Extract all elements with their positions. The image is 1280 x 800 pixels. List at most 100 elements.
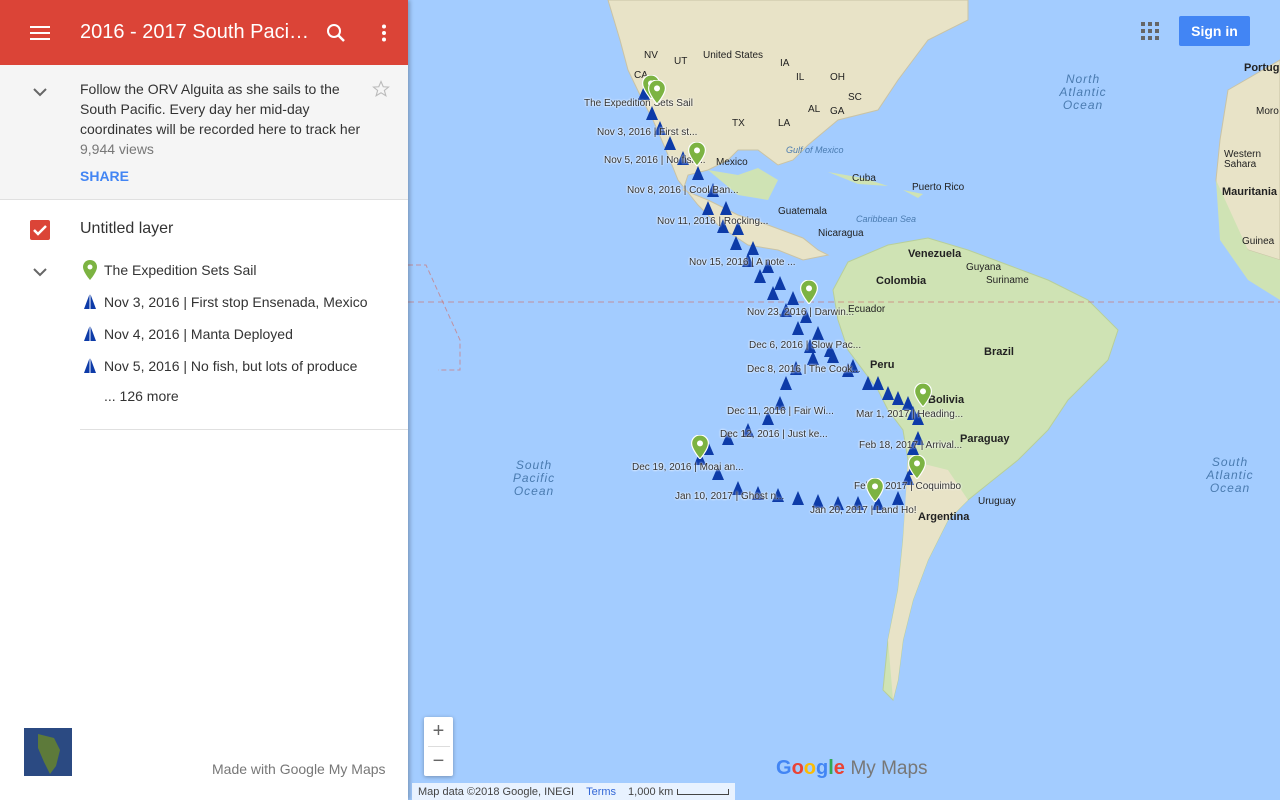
terms-link[interactable]: Terms — [586, 786, 616, 798]
more-features-link[interactable]: ... 126 more — [104, 388, 179, 404]
scale-bar — [677, 788, 730, 795]
search-button[interactable] — [312, 0, 360, 65]
map-place-label: Nicaragua — [818, 228, 864, 239]
feature-label: Nov 5, 2016 | No fish, but lots of produ… — [104, 358, 358, 374]
map-place-label: IA — [780, 58, 790, 69]
map-place-label: Guinea — [1242, 236, 1275, 247]
description-panel: Follow the ORV Alguita as she sails to t… — [0, 65, 408, 200]
marker-label: Nov 23, 2016 | Darwin... — [747, 307, 855, 318]
search-icon — [327, 23, 345, 42]
map-place-label: Bolivia — [928, 394, 965, 406]
marker-label: Nov 11, 2016 | Rocking... — [657, 216, 769, 227]
map-place-label: United States — [703, 50, 764, 61]
menu-button[interactable] — [0, 0, 80, 65]
apps-grid-icon — [1141, 22, 1159, 40]
map-place-label: LA — [778, 118, 791, 129]
map-thumbnail-icon — [24, 728, 72, 776]
map-place-label: Colombia — [876, 275, 927, 287]
marker-label: Nov 8, 2016 | Cool Ban... — [627, 185, 739, 196]
map-title: 2016 - 2017 South Pacific Expedition — [80, 21, 312, 43]
green-pin-icon — [80, 260, 100, 280]
green-pin-icon[interactable] — [688, 142, 706, 166]
map-place-label: TX — [732, 118, 745, 129]
attribution-text: Map data ©2018 Google, INEGI — [418, 785, 575, 798]
marker-label: Dec 8, 2016 | The Cook... — [747, 364, 861, 375]
map-place-label: Brazil — [984, 346, 1014, 358]
marker-label: Jan 10, 2017 | Ghost n... — [675, 491, 785, 502]
feature-label: Nov 3, 2016 | First stop Ensenada, Mexic… — [104, 294, 368, 310]
green-pin-icon[interactable] — [800, 280, 818, 304]
sailboat-icon — [80, 292, 100, 312]
map-place-label: Peru — [870, 359, 895, 371]
marker-label: Dec 6, 2016 | Slow Pac... — [749, 340, 862, 351]
map-place-label: Western Sahara — [1224, 149, 1262, 170]
marker-label: Dec 11, 2016 | Fair Wi... — [727, 406, 834, 417]
marker-label: Jan 20, 2017 | Land Ho! — [810, 505, 917, 516]
map-place-label: Venezuela — [908, 248, 962, 260]
green-pin-icon[interactable] — [914, 383, 932, 407]
made-with-label: Made with Google My Maps — [212, 761, 386, 777]
map-place-label: Gulf of Mexico — [786, 145, 844, 155]
map-place-label: Argentina — [918, 511, 970, 523]
more-vert-icon — [382, 24, 386, 41]
map-canvas[interactable]: United States Mexico Gulf of Mexico Cuba… — [408, 0, 1280, 800]
ocean-label: South Pacific Ocean — [512, 458, 556, 498]
green-pin-icon[interactable] — [691, 435, 709, 459]
map-place-label: Cuba — [852, 173, 876, 184]
google-my-maps-logo: Google My Maps — [776, 757, 928, 779]
hamburger-icon — [30, 25, 50, 40]
map-background — [408, 0, 1280, 800]
map-place-label: UT — [674, 56, 688, 67]
green-pin-icon[interactable] — [866, 478, 884, 502]
map-place-label: Guyana — [966, 262, 1002, 273]
map-place-label: Guatemala — [778, 206, 827, 217]
feature-label: The Expedition Sets Sail — [104, 262, 257, 278]
zoom-control: + − — [424, 717, 453, 776]
feature-item[interactable]: The Expedition Sets Sail — [80, 260, 257, 280]
map-place-label: SC — [848, 92, 862, 103]
map-place-label: Suriname — [986, 275, 1029, 286]
star-button[interactable] — [372, 80, 390, 103]
green-pin-icon[interactable] — [908, 455, 926, 479]
sidebar: 2016 - 2017 South Pacific Expedition Fol… — [0, 0, 408, 800]
map-place-label: Mexico — [716, 157, 748, 168]
marker-label: Feb 18, 2017 | Arrival... — [859, 440, 963, 451]
marker-label: Nov 15, 2016 | A note ... — [689, 257, 796, 268]
map-place-label: OH — [830, 72, 845, 83]
green-pin-icon[interactable] — [648, 80, 666, 104]
collapse-layer-button[interactable] — [28, 260, 52, 289]
scale-label[interactable]: 1,000 km — [628, 786, 673, 798]
map-place-label: Caribbean Sea — [856, 214, 917, 224]
star-icon — [372, 80, 390, 97]
zoom-out-button[interactable]: − — [424, 747, 453, 776]
feature-item[interactable]: Nov 3, 2016 | First stop Ensenada, Mexic… — [80, 292, 368, 312]
marker-label: Nov 3, 2016 | First st... — [597, 127, 698, 138]
map-place-label: GA — [830, 106, 845, 117]
collapse-description-button[interactable] — [28, 80, 52, 109]
layer-title[interactable]: Untitled layer — [80, 220, 173, 238]
zoom-in-button[interactable]: + — [424, 717, 453, 746]
sign-in-button[interactable]: Sign in — [1179, 16, 1250, 46]
marker-label: Dec 12, 2016 | Just ke... — [720, 429, 828, 440]
ocean-label: North Atlantic Ocean — [1059, 72, 1107, 112]
map-place-label: Paraguay — [960, 433, 1010, 445]
title-bar: 2016 - 2017 South Pacific Expedition — [0, 0, 408, 65]
map-place-label: NV — [644, 50, 658, 61]
chevron-down-icon — [33, 88, 47, 97]
map-place-label: Portug — [1244, 62, 1280, 74]
apps-grid-button[interactable] — [1139, 20, 1161, 42]
share-button[interactable]: SHARE — [80, 168, 129, 184]
basemap-thumbnail[interactable] — [24, 728, 72, 776]
feature-item[interactable]: Nov 5, 2016 | No fish, but lots of produ… — [80, 356, 357, 376]
marker-label: Mar 1, 2017 | Heading... — [856, 409, 964, 420]
more-options-button[interactable] — [360, 0, 408, 65]
map-place-label: Puerto Rico — [912, 182, 965, 193]
map-place-label: Mauritania — [1222, 186, 1278, 198]
map-place-label: Moro — [1256, 106, 1279, 117]
map-place-label: AL — [808, 104, 821, 115]
sailboat-icon — [80, 356, 100, 376]
check-icon — [33, 225, 47, 236]
view-count: 9,944 views — [80, 141, 154, 157]
feature-item[interactable]: Nov 4, 2016 | Manta Deployed — [80, 324, 293, 344]
layer-checkbox[interactable] — [30, 220, 50, 240]
